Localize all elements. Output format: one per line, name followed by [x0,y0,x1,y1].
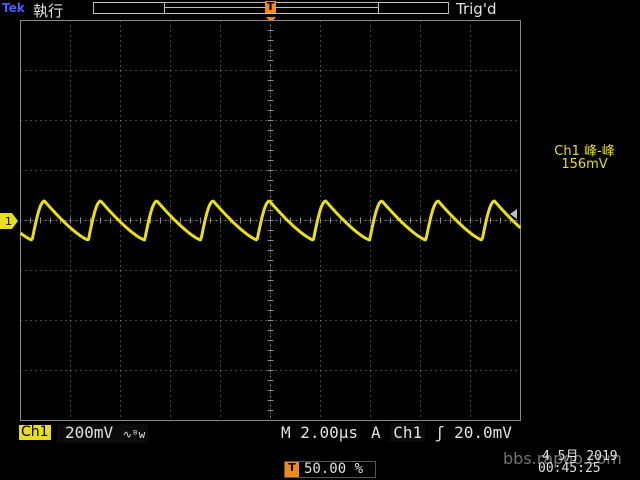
trigger-position-top-marker: T [265,0,276,13]
trigger-level-marker-icon[interactable] [510,209,517,219]
trigger-slope-icon: ʃ [434,423,445,442]
waveform-display[interactable] [20,20,521,421]
run-state-label: 執行 [33,2,64,20]
trigger-readout: A Ch1 ʃ 20.0mV [371,423,512,442]
time-readout: 00:45:25 [538,461,601,476]
timebase-readout: M 2.00µs [281,423,359,442]
trigger-position-value: 50.00 % [304,461,364,477]
measurement-value: 156mV [561,157,608,172]
trigger-source: Ch1 [390,423,426,442]
top-status-bar: Tek 執行 T Trig'd [0,0,640,20]
trigger-level: 20.0mV [454,423,512,442]
trigger-position-icon: T [285,462,299,477]
ch1-badge[interactable]: Ch1 [19,425,51,440]
volts-per-div: 200mV [65,423,114,442]
brand-logo: Tek [2,1,25,15]
bandwidth-limit-icon: ∿ᴮw [122,428,146,441]
trigger-status: Trig'd [456,0,497,18]
trigger-mode: A [371,423,381,442]
ch1-ground-marker[interactable]: 1 [0,213,18,229]
ch1-marker-label: 1 [5,215,12,228]
ch1-scale-readout: 200mV ∿ᴮw [57,423,149,443]
